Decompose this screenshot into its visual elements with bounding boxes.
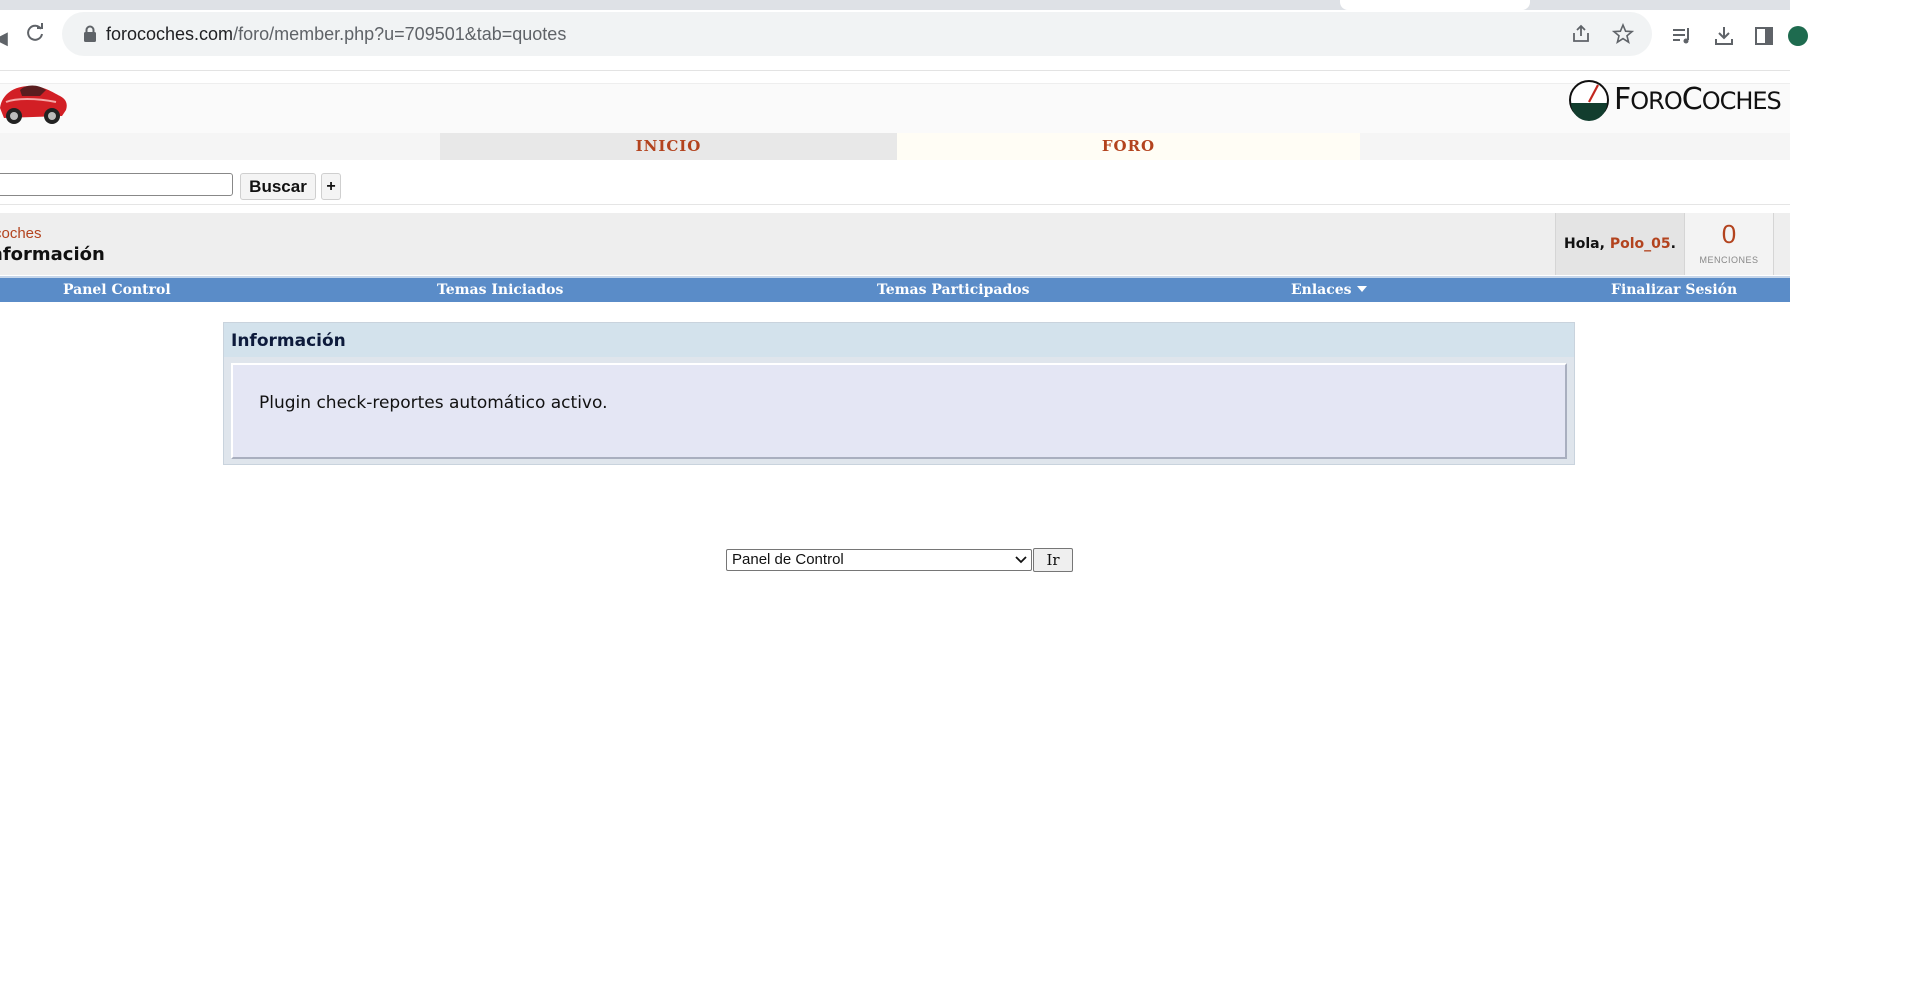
star-icon[interactable] <box>1612 23 1634 45</box>
speedometer-icon <box>1569 80 1609 121</box>
greeting-suffix: . <box>1670 236 1676 252</box>
forocoches-logo[interactable]: FOROCOCHES <box>1568 78 1790 122</box>
jump-select[interactable]: Panel de Control <box>726 549 1032 571</box>
user-nav: Panel Control Temas Iniciados Temas Part… <box>0 276 1790 302</box>
nav-panel-control[interactable]: Panel Control <box>63 278 171 302</box>
profile-icon[interactable] <box>1786 24 1810 48</box>
breadcrumb-bar: coches nformación Hola, Polo_05. 0 MENCI… <box>0 213 1790 275</box>
jump-select-value: Panel de Control <box>732 551 844 568</box>
search-button[interactable]: Buscar <box>240 173 316 200</box>
url-host: forocoches.com <box>106 24 234 44</box>
browser-toolbar: ◀ forocoches.com/foro/member.php?u=70950… <box>0 10 1808 71</box>
mentions-label: MENCIONES <box>1699 255 1759 265</box>
url-path: /foro/member.php?u=709501&tab=quotes <box>233 24 567 44</box>
nav-temas-iniciados[interactable]: Temas Iniciados <box>437 278 563 302</box>
greeting-text: Hola, <box>1564 236 1610 252</box>
chevron-down-icon <box>1015 556 1027 564</box>
tab-foro[interactable]: FORO <box>897 133 1360 160</box>
breadcrumb-link[interactable]: coches <box>0 225 42 242</box>
caret-down-icon <box>1356 286 1367 292</box>
info-header: Información <box>224 323 1574 357</box>
nav-enlaces-label: Enlaces <box>1291 282 1352 298</box>
search-input[interactable] <box>0 173 233 196</box>
tab-strip-end <box>1790 0 1920 10</box>
info-box: Información Plugin check-reportes automá… <box>223 322 1575 465</box>
reload-icon[interactable] <box>24 22 46 44</box>
back-icon[interactable]: ◀ <box>0 28 8 49</box>
forocoches-wordmark: FOROCOCHES <box>1614 82 1782 117</box>
page: ◀ forocoches.com/foro/member.php?u=70950… <box>0 0 1920 1003</box>
active-tab[interactable] <box>1340 0 1530 10</box>
top-nav: INICIO FORO <box>0 133 1790 161</box>
info-message: Plugin check-reportes automático activo. <box>259 393 608 413</box>
share-icon[interactable] <box>1570 23 1592 45</box>
url-text[interactable]: forocoches.com/foro/member.php?u=709501&… <box>106 24 566 45</box>
info-panel: Plugin check-reportes automático activo. <box>231 363 1567 459</box>
tab-strip <box>0 0 1920 10</box>
nav-enlaces[interactable]: Enlaces <box>1291 278 1367 302</box>
lock-icon[interactable] <box>80 24 100 44</box>
tab-inicio[interactable]: INICIO <box>440 133 897 160</box>
sidepanel-icon[interactable] <box>1752 24 1776 48</box>
mentions-count: 0 <box>1721 219 1737 249</box>
address-bar[interactable]: forocoches.com/foro/member.php?u=709501&… <box>62 12 1652 56</box>
search-row: Buscar + <box>0 160 1790 205</box>
username-link[interactable]: Polo_05 <box>1610 236 1671 252</box>
user-greeting: Hola, Polo_05. <box>1555 213 1684 275</box>
download-icon[interactable] <box>1712 24 1736 48</box>
site-header <box>0 83 1790 135</box>
nav-temas-participados[interactable]: Temas Participados <box>877 278 1029 302</box>
page-title: nformación <box>0 244 105 265</box>
car-logo-icon[interactable] <box>0 72 70 128</box>
mentions-box[interactable]: 0 MENCIONES <box>1684 213 1774 275</box>
advanced-search-button[interactable]: + <box>321 173 341 200</box>
go-button[interactable]: Ir <box>1033 548 1073 572</box>
info-title: Información <box>231 331 346 351</box>
media-icon[interactable] <box>1670 24 1694 48</box>
nav-finalizar-sesion[interactable]: Finalizar Sesión <box>1611 278 1737 302</box>
